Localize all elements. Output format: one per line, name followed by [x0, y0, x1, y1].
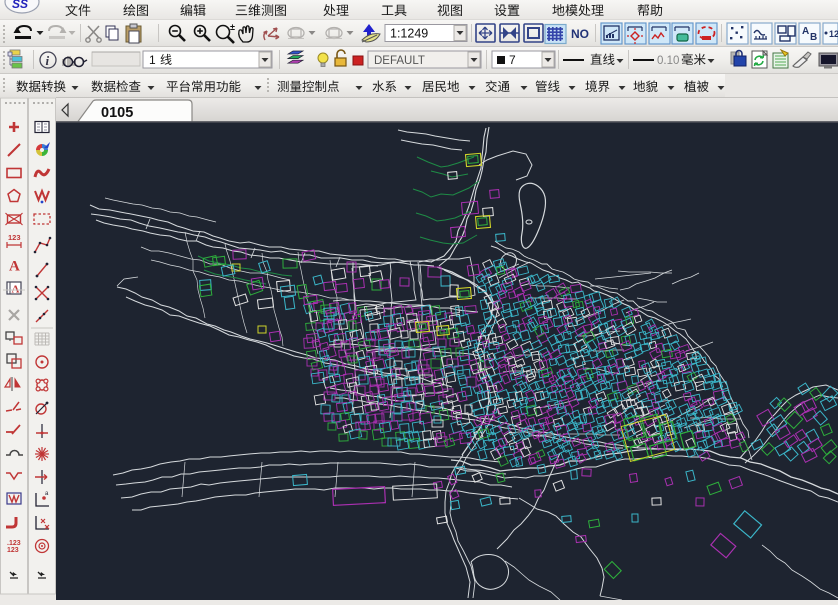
svg-text:±: ± [230, 22, 235, 32]
svg-text:A: A [9, 259, 20, 275]
svg-text:DEFAULT: DEFAULT [374, 55, 425, 67]
svg-text:123: 123 [7, 547, 19, 554]
svg-text:0105: 0105 [101, 105, 133, 121]
svg-text:0.10: 0.10 [657, 55, 679, 67]
svg-text:1:1249: 1:1249 [390, 27, 428, 41]
svg-text:A: A [802, 26, 809, 37]
svg-text:123: 123 [8, 233, 21, 242]
svg-text:NO: NO [571, 27, 589, 41]
svg-text:12: 12 [829, 29, 838, 39]
svg-text:B: B [810, 32, 817, 43]
svg-text:i: i [46, 53, 50, 68]
svg-text:SS: SS [12, 0, 28, 11]
svg-text:7: 7 [509, 53, 516, 67]
svg-text:.123: .123 [7, 540, 21, 547]
svg-text:1: 1 [149, 53, 156, 67]
